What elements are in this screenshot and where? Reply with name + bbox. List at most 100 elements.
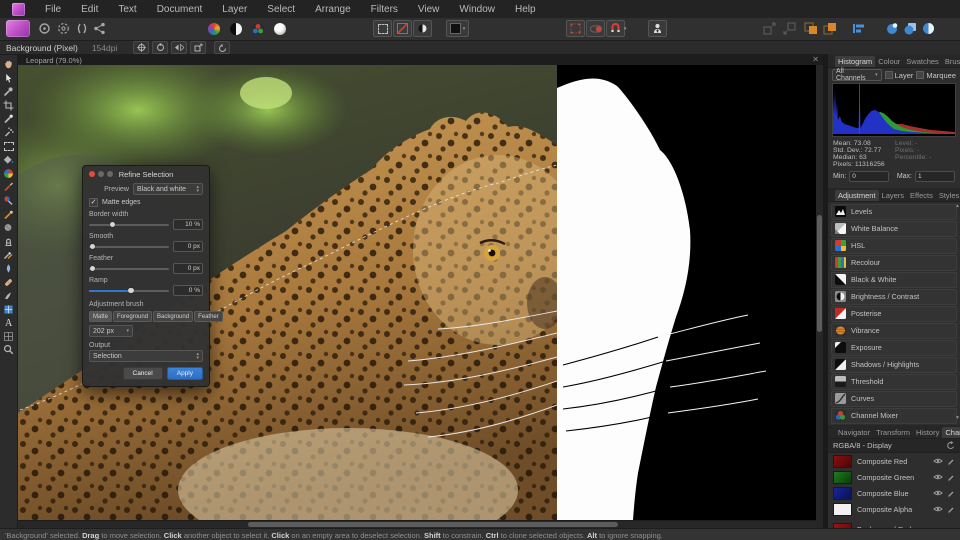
tab-adjustment[interactable]: Adjustment — [835, 190, 879, 201]
alignment-icon[interactable] — [852, 20, 865, 37]
adjustment-hsl[interactable]: HSL — [831, 238, 957, 254]
menu-layer[interactable]: Layer — [212, 4, 257, 15]
rotate-icon[interactable] — [152, 41, 169, 54]
auto-contrast-icon[interactable] — [230, 20, 242, 37]
menu-view[interactable]: View — [408, 4, 450, 15]
visible-icon[interactable] — [933, 505, 943, 513]
paint-brush-tool[interactable] — [2, 180, 16, 193]
assistant-icon[interactable] — [648, 20, 667, 37]
ramp-slider[interactable] — [89, 287, 169, 295]
tab-histogram[interactable]: Histogram — [835, 56, 876, 67]
channel-selector[interactable]: All Channels ▾ — [832, 68, 882, 82]
tab-navigator[interactable]: Navigator — [835, 427, 873, 438]
visible-icon[interactable] — [933, 473, 943, 481]
menu-file[interactable]: File — [35, 4, 71, 15]
adjustment-channel-mixer[interactable]: Channel Mixer — [831, 408, 957, 424]
gradient-tool[interactable] — [2, 167, 16, 180]
menu-edit[interactable]: Edit — [71, 4, 108, 15]
smooth-slider[interactable] — [89, 243, 169, 251]
ring-icon[interactable] — [38, 20, 51, 37]
healing-brush-tool[interactable] — [2, 248, 16, 261]
min-input[interactable] — [849, 171, 890, 182]
menu-window[interactable]: Window — [449, 4, 505, 15]
smooth-value[interactable]: 0 px — [173, 241, 203, 252]
insert-inside-icon[interactable] — [823, 20, 837, 37]
minimize-window-icon[interactable] — [98, 171, 104, 177]
move-to-front-icon[interactable] — [783, 20, 796, 37]
mask-adjust-icon[interactable] — [413, 20, 432, 37]
max-input[interactable] — [915, 171, 955, 182]
editable-icon[interactable] — [947, 489, 955, 497]
selection-mode-add-icon[interactable] — [904, 20, 917, 37]
output-select[interactable]: Selection ▴ ▾ — [89, 350, 203, 362]
adjustment-threshold[interactable]: Threshold — [831, 374, 957, 390]
border-width-slider[interactable] — [89, 221, 169, 229]
insert-behind-icon[interactable] — [804, 20, 818, 37]
blur-tool[interactable] — [2, 262, 16, 275]
selection-brush-tool[interactable] — [2, 112, 16, 125]
app-icon[interactable] — [12, 2, 25, 16]
snapping-options-arrow[interactable]: ▾ — [624, 20, 627, 37]
adjustment-black-white[interactable]: Black & White — [831, 272, 957, 288]
colour-swatch-dropdown[interactable]: ▾ — [446, 20, 469, 37]
canvas-vertical-scrollbar[interactable] — [816, 65, 823, 520]
liquify-tool[interactable] — [2, 303, 16, 316]
editable-icon[interactable] — [947, 473, 955, 481]
tab-channels[interactable]: Channels — [942, 427, 960, 438]
adjustment-vibrance[interactable]: Vibrance — [831, 323, 957, 339]
feather-slider[interactable] — [89, 265, 169, 273]
flip-horizontal-icon[interactable] — [171, 41, 188, 54]
selection-mode-subtract-icon[interactable] — [922, 20, 935, 37]
tab-effects[interactable]: Effects — [907, 190, 936, 201]
menu-filters[interactable]: Filters — [361, 4, 408, 15]
brush-mode-feather[interactable]: Feather — [194, 311, 223, 322]
matte-edges-checkbox[interactable]: ✓ — [89, 198, 98, 207]
tab-styles[interactable]: Styles — [936, 190, 960, 201]
brush-mode-foreground[interactable]: Foreground — [113, 311, 153, 322]
snapping-off-icon[interactable] — [393, 20, 412, 37]
crop-tool[interactable] — [2, 99, 16, 112]
colour-picker-tool[interactable] — [2, 85, 16, 98]
brush-mode-matte[interactable]: Matte — [89, 311, 113, 322]
cancel-button[interactable]: Cancel — [122, 367, 163, 380]
layer-checkbox[interactable] — [884, 71, 893, 79]
visible-icon[interactable] — [933, 457, 943, 465]
share-icon[interactable] — [93, 20, 106, 37]
adjustment-brightness-contrast[interactable]: Brightness / Contrast — [831, 289, 957, 305]
channel-composite-green[interactable]: Composite Green — [828, 469, 960, 485]
zoom-tool[interactable] — [2, 343, 16, 356]
auto-white-balance-icon[interactable] — [274, 20, 286, 37]
flood-select-tool[interactable] — [2, 126, 16, 139]
flip-icon[interactable] — [75, 20, 89, 37]
adjustment-exposure[interactable]: Exposure — [831, 340, 957, 356]
marquee-select-tool[interactable] — [2, 140, 16, 153]
mesh-warp-tool[interactable] — [2, 330, 16, 343]
scroll-up-icon[interactable]: ▲ — [955, 203, 960, 209]
close-tab-icon[interactable]: ✕ — [812, 55, 819, 64]
flood-fill-tool[interactable] — [2, 153, 16, 166]
marquee-mode-icon[interactable] — [373, 20, 392, 37]
tab-layers[interactable]: Layers — [879, 190, 908, 201]
blemish-removal-tool[interactable] — [2, 276, 16, 289]
zoom-window-icon[interactable] — [107, 171, 113, 177]
move-tool[interactable] — [2, 72, 16, 85]
force-pixel-alignment-icon[interactable] — [586, 20, 605, 37]
document-tab[interactable]: Leopard (79.0%) — [26, 56, 82, 65]
auto-levels-icon[interactable] — [208, 20, 220, 37]
tab-colour[interactable]: Colour — [875, 56, 903, 67]
scale-icon[interactable] — [190, 41, 207, 54]
pixel-grid-icon[interactable] — [566, 20, 585, 37]
clone-stamp-tool[interactable] — [2, 235, 16, 248]
editable-icon[interactable] — [947, 505, 955, 513]
menu-help[interactable]: Help — [505, 4, 546, 15]
brush-size-select[interactable]: 202 px ▾ — [89, 325, 133, 337]
channel-composite-alpha[interactable]: Composite Alpha — [828, 501, 960, 517]
sponge-tool[interactable] — [2, 221, 16, 234]
rotate-left-icon[interactable] — [214, 41, 231, 54]
tab-history[interactable]: History — [913, 427, 942, 438]
tab-brushes[interactable]: Brushes — [942, 56, 960, 67]
feather-value[interactable]: 0 px — [173, 263, 203, 274]
text-tool[interactable]: A — [2, 316, 16, 329]
affinity-photo-persona-button[interactable] — [6, 20, 30, 37]
ramp-value[interactable]: 0 % — [173, 285, 203, 296]
